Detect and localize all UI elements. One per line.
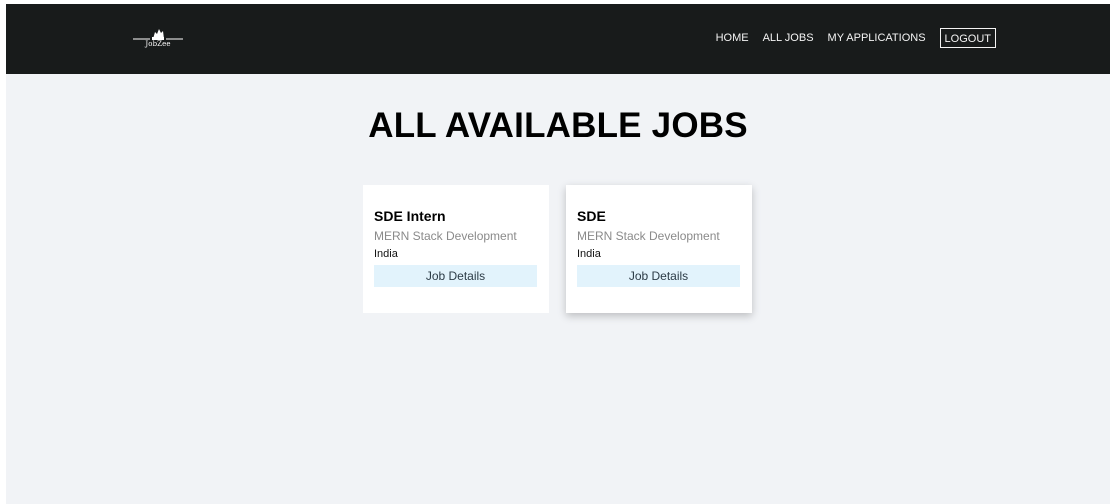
nav-all-jobs-link[interactable]: ALL JOBS bbox=[763, 28, 814, 48]
main-navigation: HOME ALL JOBS MY APPLICATIONS LOGOUT bbox=[716, 28, 996, 48]
navbar: JobZee HOME ALL JOBS MY APPLICATIONS LOG… bbox=[6, 4, 1110, 74]
nav-home-link[interactable]: HOME bbox=[716, 28, 749, 48]
job-title: SDE bbox=[577, 208, 606, 224]
brand-name: JobZee bbox=[145, 40, 171, 48]
job-details-button[interactable]: Job Details bbox=[374, 265, 537, 287]
job-location: India bbox=[374, 248, 398, 260]
job-card: SDE Intern MERN Stack Development India … bbox=[363, 185, 549, 313]
page-title: ALL AVAILABLE JOBS bbox=[368, 106, 748, 145]
app-frame: JobZee HOME ALL JOBS MY APPLICATIONS LOG… bbox=[6, 4, 1110, 504]
job-card: SDE MERN Stack Development India Job Det… bbox=[566, 185, 752, 313]
job-category: MERN Stack Development bbox=[577, 229, 720, 243]
job-location: India bbox=[577, 248, 601, 260]
job-category: MERN Stack Development bbox=[374, 229, 517, 243]
logout-button[interactable]: LOGOUT bbox=[939, 28, 996, 48]
brand-logo[interactable]: JobZee bbox=[130, 24, 186, 52]
job-details-button[interactable]: Job Details bbox=[577, 265, 740, 287]
job-title: SDE Intern bbox=[374, 208, 446, 224]
nav-my-applications-link[interactable]: MY APPLICATIONS bbox=[828, 28, 926, 48]
